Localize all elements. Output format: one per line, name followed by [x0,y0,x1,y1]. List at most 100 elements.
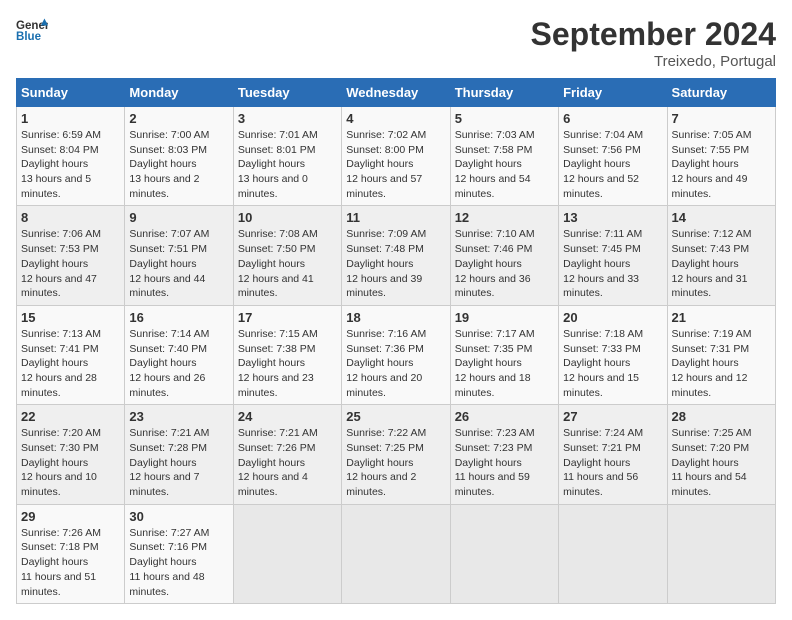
day-number: 14 [672,210,771,225]
day-number: 24 [238,409,337,424]
logo: General Blue [16,16,48,44]
col-monday: Monday [125,79,233,107]
day-cell: 4 Sunrise: 7:02 AMSunset: 8:00 PMDayligh… [342,107,450,206]
day-cell: 10 Sunrise: 7:08 AMSunset: 7:50 PMDaylig… [233,206,341,305]
day-number: 30 [129,509,228,524]
empty-cell [450,504,558,603]
empty-cell [342,504,450,603]
day-cell: 26 Sunrise: 7:23 AMSunset: 7:23 PMDaylig… [450,405,558,504]
day-info: Sunrise: 7:10 AMSunset: 7:46 PMDaylight … [455,228,535,299]
svg-text:Blue: Blue [16,31,42,43]
day-cell: 27 Sunrise: 7:24 AMSunset: 7:21 PMDaylig… [559,405,667,504]
day-cell: 16 Sunrise: 7:14 AMSunset: 7:40 PMDaylig… [125,305,233,404]
day-number: 21 [672,310,771,325]
day-number: 9 [129,210,228,225]
day-info: Sunrise: 7:11 AMSunset: 7:45 PMDaylight … [563,228,642,299]
col-saturday: Saturday [667,79,775,107]
day-info: Sunrise: 7:07 AMSunset: 7:51 PMDaylight … [129,228,209,299]
day-info: Sunrise: 7:12 AMSunset: 7:43 PMDaylight … [672,228,752,299]
day-info: Sunrise: 7:04 AMSunset: 7:56 PMDaylight … [563,129,643,200]
day-number: 10 [238,210,337,225]
day-cell: 9 Sunrise: 7:07 AMSunset: 7:51 PMDayligh… [125,206,233,305]
calendar-row: 8 Sunrise: 7:06 AMSunset: 7:53 PMDayligh… [17,206,776,305]
day-number: 12 [455,210,554,225]
day-info: Sunrise: 7:26 AMSunset: 7:18 PMDaylight … [21,527,101,598]
day-number: 3 [238,111,337,126]
header-row: Sunday Monday Tuesday Wednesday Thursday… [17,79,776,107]
day-cell: 1 Sunrise: 6:59 AMSunset: 8:04 PMDayligh… [17,107,125,206]
page-header: General Blue September 2024 Treixedo, Po… [16,16,776,70]
day-info: Sunrise: 7:05 AMSunset: 7:55 PMDaylight … [672,129,752,200]
day-cell: 5 Sunrise: 7:03 AMSunset: 7:58 PMDayligh… [450,107,558,206]
col-wednesday: Wednesday [342,79,450,107]
day-number: 2 [129,111,228,126]
day-info: Sunrise: 7:23 AMSunset: 7:23 PMDaylight … [455,427,535,498]
day-info: Sunrise: 7:00 AMSunset: 8:03 PMDaylight … [129,129,209,200]
day-cell: 25 Sunrise: 7:22 AMSunset: 7:25 PMDaylig… [342,405,450,504]
col-tuesday: Tuesday [233,79,341,107]
day-info: Sunrise: 7:08 AMSunset: 7:50 PMDaylight … [238,228,318,299]
empty-cell [559,504,667,603]
day-info: Sunrise: 7:17 AMSunset: 7:35 PMDaylight … [455,328,535,399]
day-number: 11 [346,210,445,225]
day-number: 28 [672,409,771,424]
day-cell: 7 Sunrise: 7:05 AMSunset: 7:55 PMDayligh… [667,107,775,206]
day-info: Sunrise: 7:06 AMSunset: 7:53 PMDaylight … [21,228,101,299]
day-number: 5 [455,111,554,126]
day-number: 20 [563,310,662,325]
day-info: Sunrise: 7:03 AMSunset: 7:58 PMDaylight … [455,129,535,200]
day-cell: 28 Sunrise: 7:25 AMSunset: 7:20 PMDaylig… [667,405,775,504]
day-number: 17 [238,310,337,325]
col-sunday: Sunday [17,79,125,107]
day-cell: 23 Sunrise: 7:21 AMSunset: 7:28 PMDaylig… [125,405,233,504]
day-info: Sunrise: 7:02 AMSunset: 8:00 PMDaylight … [346,129,426,200]
day-number: 25 [346,409,445,424]
day-cell: 29 Sunrise: 7:26 AMSunset: 7:18 PMDaylig… [17,504,125,603]
day-cell: 15 Sunrise: 7:13 AMSunset: 7:41 PMDaylig… [17,305,125,404]
day-cell: 17 Sunrise: 7:15 AMSunset: 7:38 PMDaylig… [233,305,341,404]
day-cell: 2 Sunrise: 7:00 AMSunset: 8:03 PMDayligh… [125,107,233,206]
day-cell: 24 Sunrise: 7:21 AMSunset: 7:26 PMDaylig… [233,405,341,504]
day-number: 26 [455,409,554,424]
day-info: Sunrise: 7:20 AMSunset: 7:30 PMDaylight … [21,427,101,498]
day-info: Sunrise: 7:18 AMSunset: 7:33 PMDaylight … [563,328,643,399]
calendar-table: Sunday Monday Tuesday Wednesday Thursday… [16,78,776,604]
day-info: Sunrise: 7:24 AMSunset: 7:21 PMDaylight … [563,427,643,498]
day-cell: 11 Sunrise: 7:09 AMSunset: 7:48 PMDaylig… [342,206,450,305]
day-info: Sunrise: 7:21 AMSunset: 7:26 PMDaylight … [238,427,318,498]
day-number: 7 [672,111,771,126]
day-cell: 19 Sunrise: 7:17 AMSunset: 7:35 PMDaylig… [450,305,558,404]
title-block: September 2024 Treixedo, Portugal [531,16,776,70]
calendar-row: 22 Sunrise: 7:20 AMSunset: 7:30 PMDaylig… [17,405,776,504]
logo-icon: General Blue [16,16,48,44]
day-number: 1 [21,111,120,126]
day-info: Sunrise: 7:01 AMSunset: 8:01 PMDaylight … [238,129,318,200]
day-number: 23 [129,409,228,424]
day-number: 15 [21,310,120,325]
day-number: 4 [346,111,445,126]
month-title: September 2024 [531,16,776,53]
location-subtitle: Treixedo, Portugal [531,53,776,70]
day-cell: 6 Sunrise: 7:04 AMSunset: 7:56 PMDayligh… [559,107,667,206]
day-cell: 12 Sunrise: 7:10 AMSunset: 7:46 PMDaylig… [450,206,558,305]
day-cell: 13 Sunrise: 7:11 AMSunset: 7:45 PMDaylig… [559,206,667,305]
day-info: Sunrise: 6:59 AMSunset: 8:04 PMDaylight … [21,129,101,200]
day-info: Sunrise: 7:16 AMSunset: 7:36 PMDaylight … [346,328,426,399]
day-info: Sunrise: 7:21 AMSunset: 7:28 PMDaylight … [129,427,209,498]
calendar-row: 15 Sunrise: 7:13 AMSunset: 7:41 PMDaylig… [17,305,776,404]
empty-cell [233,504,341,603]
day-info: Sunrise: 7:13 AMSunset: 7:41 PMDaylight … [21,328,101,399]
calendar-row: 1 Sunrise: 6:59 AMSunset: 8:04 PMDayligh… [17,107,776,206]
day-info: Sunrise: 7:09 AMSunset: 7:48 PMDaylight … [346,228,426,299]
day-info: Sunrise: 7:14 AMSunset: 7:40 PMDaylight … [129,328,209,399]
day-number: 19 [455,310,554,325]
day-cell: 14 Sunrise: 7:12 AMSunset: 7:43 PMDaylig… [667,206,775,305]
day-info: Sunrise: 7:22 AMSunset: 7:25 PMDaylight … [346,427,426,498]
day-cell: 30 Sunrise: 7:27 AMSunset: 7:16 PMDaylig… [125,504,233,603]
day-info: Sunrise: 7:19 AMSunset: 7:31 PMDaylight … [672,328,752,399]
calendar-row: 29 Sunrise: 7:26 AMSunset: 7:18 PMDaylig… [17,504,776,603]
day-cell: 18 Sunrise: 7:16 AMSunset: 7:36 PMDaylig… [342,305,450,404]
day-info: Sunrise: 7:27 AMSunset: 7:16 PMDaylight … [129,527,209,598]
day-cell: 21 Sunrise: 7:19 AMSunset: 7:31 PMDaylig… [667,305,775,404]
day-number: 22 [21,409,120,424]
